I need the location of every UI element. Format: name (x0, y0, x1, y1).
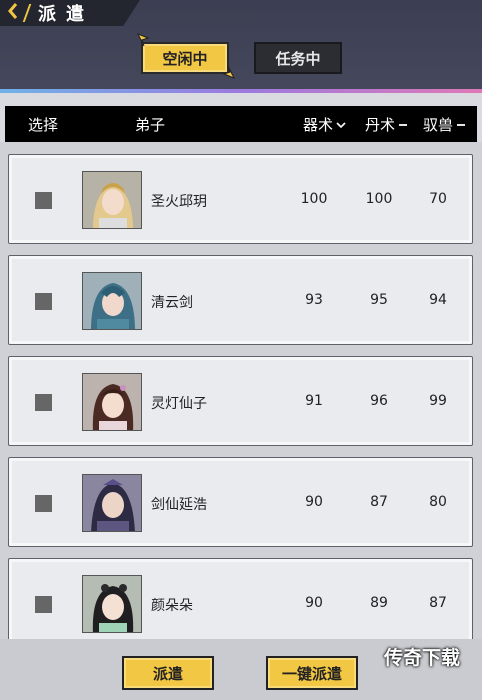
danshu-value: 87 (370, 494, 388, 510)
table-row[interactable]: 清云剑 93 95 94 (8, 255, 473, 345)
avatar (82, 474, 142, 532)
yushou-value: 87 (429, 595, 447, 611)
select-checkbox[interactable] (35, 394, 52, 411)
column-yushou-sort[interactable]: 驭兽 (423, 114, 466, 135)
yushou-value: 70 (429, 191, 447, 207)
column-select: 选择 (28, 114, 58, 135)
table-row[interactable]: 圣火邱玥 100 100 70 (8, 154, 473, 244)
column-disciple-label: 弟子 (135, 116, 166, 134)
select-checkbox[interactable] (35, 293, 52, 310)
select-checkbox[interactable] (35, 192, 52, 209)
tab-busy-label: 任务中 (275, 49, 321, 68)
table-row[interactable]: 灵灯仙子 91 96 99 (8, 356, 473, 446)
disciple-name: 圣火邱玥 (151, 194, 207, 210)
back-button[interactable] (0, 0, 26, 26)
tab-busy[interactable]: 任务中 (254, 42, 342, 74)
qishu-value: 90 (305, 494, 323, 510)
qishu-value: 91 (305, 393, 323, 409)
tab-idle-label: 空闲中 (162, 49, 208, 68)
top-header: 派遣 空闲中 任务中 (0, 0, 482, 90)
danshu-value: 100 (365, 191, 393, 207)
select-checkbox[interactable] (35, 495, 52, 512)
disciple-name: 颜朵朵 (151, 598, 193, 614)
qishu-value: 90 (305, 595, 323, 611)
qishu-value: 100 (300, 191, 328, 207)
dispatch-button[interactable]: 派遣 (122, 656, 214, 690)
dispatch-button-label: 派遣 (152, 664, 183, 683)
minus-icon (398, 121, 408, 129)
avatar (82, 171, 142, 229)
column-yushou-label: 驭兽 (423, 116, 454, 134)
yushou-value: 94 (429, 292, 447, 308)
column-select-label: 选择 (28, 116, 59, 134)
disciple-name: 灵灯仙子 (151, 396, 207, 412)
select-checkbox[interactable] (35, 596, 52, 613)
watermark: 传奇下载 (384, 647, 461, 669)
quick-dispatch-button-label: 一键派遣 (281, 664, 342, 683)
quick-dispatch-button[interactable]: 一键派遣 (266, 656, 358, 690)
column-qishu-sort[interactable]: 器术 (303, 114, 346, 135)
column-qishu-label: 器术 (303, 116, 334, 134)
disciple-name: 清云剑 (151, 295, 193, 311)
table-row[interactable]: 剑仙延浩 90 87 80 (8, 457, 473, 547)
tab-corner-deco-icon (222, 65, 236, 79)
danshu-value: 89 (370, 595, 388, 611)
avatar (82, 272, 142, 330)
chevron-down-icon (336, 121, 346, 129)
table-row[interactable]: 颜朵朵 90 89 87 (8, 558, 473, 639)
page-title: 派遣 (38, 4, 94, 25)
column-disciple: 弟子 (135, 114, 165, 135)
header-stripe (0, 89, 482, 93)
yushou-value: 99 (429, 393, 447, 409)
tab-idle[interactable]: 空闲中 (141, 42, 229, 74)
table-header: 选择 弟子 器术 丹术 驭兽 (5, 106, 477, 142)
disciple-name: 剑仙延浩 (151, 497, 207, 513)
danshu-value: 96 (370, 393, 388, 409)
tab-corner-deco-icon (136, 33, 150, 47)
avatar (82, 373, 142, 431)
minus-icon (456, 121, 466, 129)
disciple-list[interactable]: 圣火邱玥 100 100 70 清云剑 93 95 94 灵灯仙子 91 96 … (0, 142, 482, 639)
avatar (82, 575, 142, 633)
column-danshu-sort[interactable]: 丹术 (365, 114, 408, 135)
column-danshu-label: 丹术 (365, 116, 396, 134)
chevron-left-icon (6, 2, 20, 24)
title-bar: 派遣 (0, 0, 140, 26)
qishu-value: 93 (305, 292, 323, 308)
danshu-value: 95 (370, 292, 388, 308)
yushou-value: 80 (429, 494, 447, 510)
